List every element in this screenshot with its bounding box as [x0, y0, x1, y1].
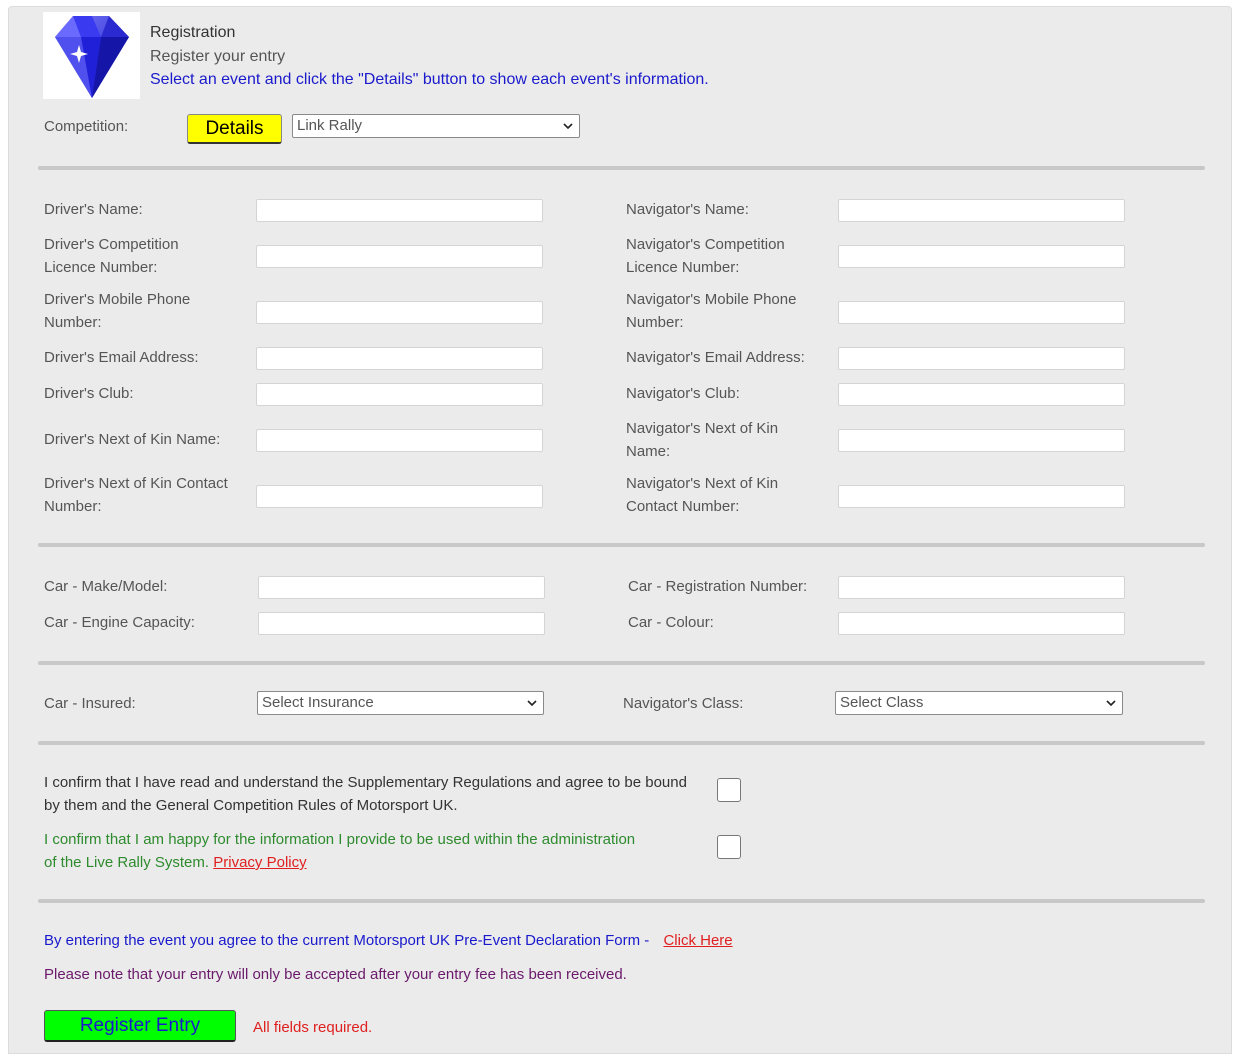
- declaration-text: By entering the event you agree to the c…: [44, 932, 650, 949]
- driver-email-input[interactable]: [256, 347, 543, 370]
- competition-selected-value: Link Rally: [297, 117, 363, 134]
- navigator-club-label: Navigator's Club:: [626, 385, 740, 402]
- driver-kin-name-input[interactable]: [256, 429, 543, 452]
- regulations-confirm-text: I confirm that I have read and understan…: [44, 774, 687, 814]
- driver-kin-name-label: Driver's Next of Kin Name:: [44, 431, 221, 448]
- chevron-down-icon: [563, 123, 573, 130]
- registration-panel: [8, 6, 1232, 1054]
- page-title: Registration: [150, 24, 236, 41]
- section-divider: [38, 661, 1205, 665]
- driver-club-input[interactable]: [256, 383, 543, 406]
- details-button[interactable]: Details: [187, 114, 282, 144]
- navigator-class-select[interactable]: Select Class: [835, 691, 1123, 715]
- navigator-name-label: Navigator's Name:: [626, 201, 749, 218]
- declaration-link[interactable]: Click Here: [663, 932, 732, 949]
- section-divider: [38, 543, 1205, 547]
- driver-email-label: Driver's Email Address:: [44, 349, 199, 366]
- driver-club-label: Driver's Club:: [44, 385, 134, 402]
- section-divider: [38, 899, 1205, 903]
- entry-fee-note: Please note that your entry will only be…: [44, 966, 627, 983]
- car-registration-input[interactable]: [838, 576, 1125, 599]
- driver-phone-input[interactable]: [256, 301, 543, 324]
- required-note: All fields required.: [253, 1019, 373, 1036]
- navigator-licence-label: Navigator's Competition Licence Number:: [626, 236, 785, 276]
- diamond-logo-icon: [43, 12, 140, 99]
- privacy-checkbox[interactable]: [717, 835, 741, 859]
- car-colour-label: Car - Colour:: [628, 614, 714, 631]
- driver-name-input[interactable]: [256, 199, 543, 222]
- competition-label: Competition:: [44, 118, 129, 135]
- page-subtitle: Register your entry: [150, 48, 286, 65]
- driver-phone-label: Driver's Mobile Phone Number:: [44, 291, 191, 331]
- regulations-checkbox[interactable]: [717, 778, 741, 802]
- navigator-name-input[interactable]: [838, 199, 1125, 222]
- navigator-kin-contact-label: Navigator's Next of Kin Contact Number:: [626, 475, 779, 515]
- navigator-email-label: Navigator's Email Address:: [626, 349, 805, 366]
- car-insured-select[interactable]: Select Insurance: [257, 691, 544, 715]
- car-registration-label: Car - Registration Number:: [628, 578, 808, 595]
- navigator-kin-name-label: Navigator's Next of Kin Name:: [626, 420, 779, 460]
- driver-kin-contact-input[interactable]: [256, 485, 543, 508]
- navigator-phone-input[interactable]: [838, 301, 1125, 324]
- driver-name-label: Driver's Name:: [44, 201, 143, 218]
- navigator-class-value: Select Class: [840, 694, 924, 711]
- navigator-kin-contact-input[interactable]: [838, 485, 1125, 508]
- driver-kin-contact-label: Driver's Next of Kin Contact Number:: [44, 475, 228, 515]
- navigator-kin-name-input[interactable]: [838, 429, 1125, 452]
- car-insured-value: Select Insurance: [262, 694, 374, 711]
- navigator-phone-label: Navigator's Mobile Phone Number:: [626, 291, 797, 331]
- navigator-club-input[interactable]: [838, 383, 1125, 406]
- instruction-text: Select an event and click the "Details" …: [150, 71, 709, 88]
- competition-select[interactable]: Link Rally: [292, 114, 580, 138]
- navigator-licence-input[interactable]: [838, 245, 1125, 268]
- chevron-down-icon: [527, 700, 537, 707]
- privacy-confirm-text: I confirm that I am happy for the inform…: [44, 828, 644, 874]
- section-divider: [38, 741, 1205, 745]
- navigator-class-label: Navigator's Class:: [623, 695, 744, 712]
- chevron-down-icon: [1106, 700, 1116, 707]
- car-insured-label: Car - Insured:: [44, 695, 136, 712]
- car-engine-input[interactable]: [258, 612, 545, 635]
- declaration-line: By entering the event you agree to the c…: [44, 929, 733, 952]
- car-make-input[interactable]: [258, 576, 545, 599]
- car-make-label: Car - Make/Model:: [44, 578, 168, 595]
- driver-licence-input[interactable]: [256, 245, 543, 268]
- car-colour-input[interactable]: [838, 612, 1125, 635]
- privacy-confirm-message: I confirm that I am happy for the inform…: [44, 831, 636, 871]
- section-divider: [38, 166, 1205, 170]
- car-engine-label: Car - Engine Capacity:: [44, 614, 195, 631]
- driver-licence-label: Driver's Competition Licence Number:: [44, 236, 179, 276]
- register-entry-button[interactable]: Register Entry: [44, 1010, 236, 1042]
- navigator-email-input[interactable]: [838, 347, 1125, 370]
- privacy-policy-link[interactable]: Privacy Policy: [213, 854, 306, 871]
